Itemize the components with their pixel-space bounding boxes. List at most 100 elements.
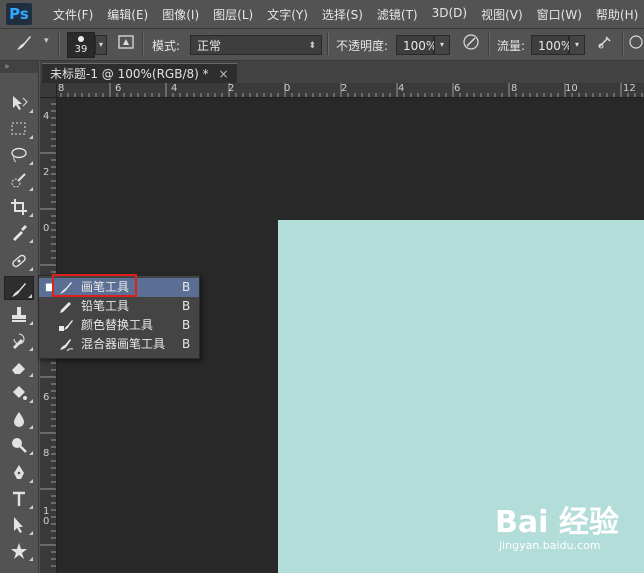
watermark: Bai 经验 jingyan.baidu.com (495, 497, 635, 557)
menu-item[interactable]: 文字(Y) (260, 6, 315, 23)
brush-size-value: 39 (74, 44, 88, 55)
brush-icon (9, 280, 29, 298)
stamp-icon (9, 305, 29, 323)
move-tool[interactable] (4, 90, 34, 114)
opacity-arrow[interactable]: ▾ (434, 35, 450, 55)
mode-label: 模式: (152, 39, 181, 53)
type-tool[interactable] (4, 486, 34, 510)
flyout-item-label: 颜色替换工具 (81, 318, 154, 332)
path-select-tool[interactable] (4, 512, 34, 536)
ruler-label: 8 (43, 448, 50, 459)
document-tab[interactable]: 未标题-1 @ 100%(RGB/8) * × (42, 63, 237, 84)
ruler-label: 4 (171, 83, 178, 94)
opacity-label: 不透明度: (336, 39, 389, 53)
flyout-indicator-icon (29, 425, 33, 429)
type-icon (9, 489, 29, 507)
ruler-label: 6 (454, 83, 461, 94)
flow-arrow[interactable]: ▾ (569, 35, 585, 55)
menu-item[interactable]: 滤镜(T) (370, 6, 425, 23)
pressure-size-icon[interactable] (626, 33, 644, 55)
brush-panel-icon[interactable] (114, 33, 138, 55)
separator (58, 33, 60, 55)
airbrush-icon[interactable] (593, 33, 617, 55)
crop-icon (9, 197, 29, 215)
close-icon[interactable]: × (218, 67, 228, 81)
flyout-indicator-icon (29, 321, 33, 325)
dropdown-arrow-icon: ⬍ (308, 41, 316, 51)
ruler-label: 2 (341, 83, 348, 94)
flyout-indicator-icon (29, 239, 33, 243)
watermark-url: jingyan.baidu.com (499, 539, 601, 552)
flow-input[interactable]: 100% (531, 35, 573, 55)
flyout-item-shortcut: B (182, 280, 191, 294)
highlight-box (52, 274, 137, 297)
quick-select-tool[interactable] (4, 168, 34, 192)
flyout-indicator-icon (29, 505, 33, 509)
menu-item[interactable]: 帮助(H) (589, 6, 644, 23)
flyout-indicator-icon (29, 531, 33, 535)
opacity-input[interactable]: 100% (396, 35, 438, 55)
eraser-tool[interactable] (4, 354, 34, 378)
flyout-item[interactable]: 混合器画笔工具 B (39, 335, 199, 354)
dodge-icon (9, 435, 29, 453)
flyout-item[interactable]: 铅笔工具 B (39, 297, 199, 316)
ruler-label: 8 (511, 83, 518, 94)
ruler-label: 2 (228, 83, 235, 94)
ruler-label: 0 (284, 83, 291, 94)
clone-stamp-tool[interactable] (4, 302, 34, 326)
brush-tip-icon (78, 36, 84, 42)
blur-tool[interactable] (4, 406, 34, 430)
flyout-indicator-icon (29, 161, 33, 165)
ruler-label: 4 (398, 83, 405, 94)
opacity-value: 100% (403, 39, 438, 53)
menu-item[interactable]: 选择(S) (315, 6, 370, 23)
marquee-tool[interactable] (4, 116, 34, 140)
pressure-opacity-icon[interactable] (459, 33, 483, 55)
marquee-icon (9, 119, 29, 137)
watermark-logo: Bai 经验 (495, 505, 619, 540)
ruler-label: 1 0 (43, 506, 50, 527)
flow-value: 100% (538, 39, 573, 53)
paint-bucket-tool[interactable] (4, 380, 34, 404)
history-brush-tool[interactable] (4, 328, 34, 352)
eyedropper-tool[interactable] (4, 220, 34, 244)
mode-dropdown[interactable]: 正常 ⬍ (190, 35, 322, 55)
mixer-brush-icon (57, 335, 75, 354)
menu-item[interactable]: 3D(D) (425, 6, 474, 23)
menu-item[interactable]: 编辑(E) (100, 6, 155, 23)
brush-tool[interactable] (4, 276, 34, 300)
pencil-icon (57, 297, 75, 316)
brush-preset-arrow[interactable]: ▾ (44, 36, 49, 46)
flyout-indicator-icon (29, 451, 33, 455)
dodge-tool[interactable] (4, 432, 34, 456)
flow-label: 流量: (497, 39, 526, 53)
flyout-item-label: 混合器画笔工具 (81, 337, 166, 351)
ruler-origin[interactable] (40, 83, 57, 98)
brush-size-picker[interactable]: 39 (67, 32, 95, 58)
crop-tool[interactable] (4, 194, 34, 218)
flyout-indicator-icon (29, 187, 33, 191)
flyout-item[interactable]: 颜色替换工具 B (39, 316, 199, 335)
menu-item[interactable]: 视图(V) (474, 6, 530, 23)
ruler-label: 8 (58, 83, 65, 94)
separator (142, 33, 144, 55)
menu-item[interactable]: 图像(I) (155, 6, 206, 23)
ruler-label: 6 (43, 392, 50, 403)
menu-item[interactable]: 窗口(W) (530, 6, 589, 23)
pen-tool[interactable] (4, 460, 34, 484)
menu-item[interactable]: 图层(L) (206, 6, 260, 23)
healing-brush-tool[interactable] (4, 248, 34, 272)
flyout-item-label: 铅笔工具 (81, 299, 130, 313)
toolbar-collapse-icon[interactable]: » (0, 61, 38, 73)
menu-item[interactable]: 文件(F) (46, 6, 100, 23)
brush-size-arrow[interactable]: ▾ (95, 35, 107, 55)
ruler-label: 12 (623, 83, 636, 94)
flyout-indicator-icon (29, 267, 33, 271)
color-replace-icon (57, 316, 75, 335)
brush-preset-icon[interactable] (12, 33, 36, 55)
lasso-tool[interactable] (4, 142, 34, 166)
shape-tool[interactable] (4, 538, 34, 562)
flyout-indicator-icon (29, 135, 33, 139)
shape-icon (9, 541, 29, 559)
flyout-item-shortcut: B (182, 299, 191, 313)
